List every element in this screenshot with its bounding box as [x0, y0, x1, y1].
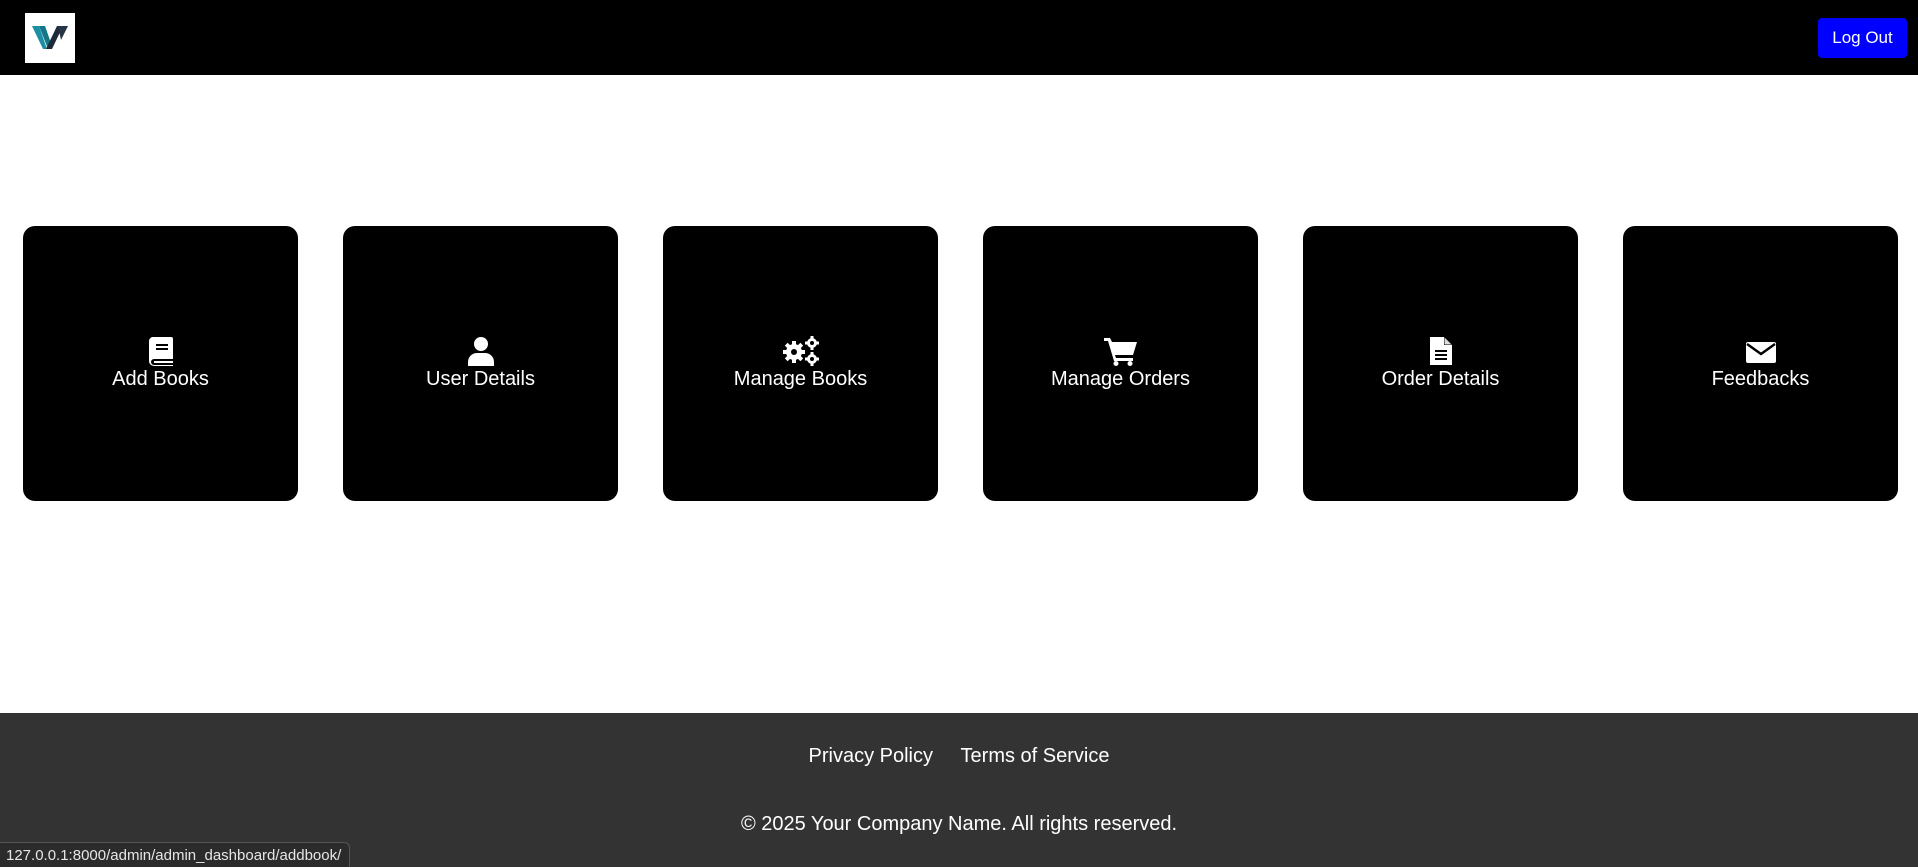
book-icon	[23, 335, 298, 367]
logo[interactable]	[25, 13, 75, 63]
privacy-policy-link[interactable]: Privacy Policy	[809, 745, 933, 767]
user-icon	[343, 335, 618, 367]
user-details-card[interactable]: User Details	[343, 226, 618, 501]
gears-icon	[663, 335, 938, 367]
card-label: Add Books	[112, 368, 209, 390]
card-label: Manage Orders	[1051, 368, 1190, 390]
card-label: User Details	[426, 368, 535, 390]
terms-of-service-link[interactable]: Terms of Service	[961, 745, 1110, 767]
manage-orders-card[interactable]: Manage Orders	[983, 226, 1258, 501]
order-details-card[interactable]: Order Details	[1303, 226, 1578, 501]
dashboard-cards: Add Books User Details Manage Books Mana…	[0, 226, 1918, 501]
logout-button[interactable]: Log Out	[1818, 18, 1907, 58]
feedbacks-card[interactable]: Feedbacks	[1623, 226, 1898, 501]
card-label: Feedbacks	[1711, 368, 1810, 390]
card-label: Manage Books	[733, 368, 868, 390]
w-logo-icon	[32, 26, 68, 49]
top-navbar: Log Out	[0, 0, 1918, 75]
footer-links: Privacy Policy Terms of Service	[0, 745, 1918, 768]
document-icon	[1303, 335, 1578, 367]
envelope-icon	[1623, 335, 1898, 367]
add-books-card[interactable]: Add Books	[23, 226, 298, 501]
cart-icon	[983, 335, 1258, 367]
status-bar-url: 127.0.0.1:8000/admin/admin_dashboard/add…	[0, 842, 351, 867]
card-label: Order Details	[1381, 368, 1500, 390]
manage-books-card[interactable]: Manage Books	[663, 226, 938, 501]
copyright-text: © 2025 Your Company Name. All rights res…	[740, 813, 1178, 835]
